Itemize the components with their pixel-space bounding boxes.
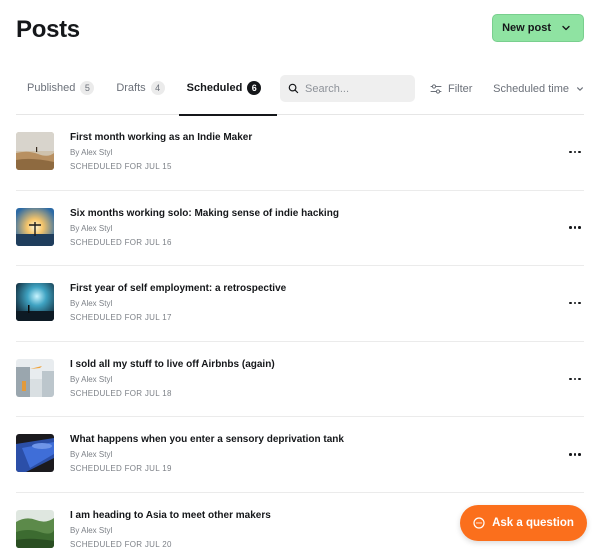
post-row[interactable]: First year of self employment: a retrosp… xyxy=(16,266,584,342)
post-thumbnail xyxy=(16,358,54,397)
post-schedule-status: SCHEDULED FOR JUL 15 xyxy=(70,162,172,171)
post-author: By Alex Styl xyxy=(70,525,113,535)
post-author: By Alex Styl xyxy=(70,299,113,309)
tab-count-badge: 5 xyxy=(80,81,95,95)
sort-dropdown[interactable]: Scheduled time xyxy=(493,75,584,102)
tab-count-badge: 4 xyxy=(150,81,165,95)
new-post-label: New post xyxy=(502,22,551,34)
post-author: By Alex Styl xyxy=(70,223,113,233)
tab-label: Drafts xyxy=(116,82,146,94)
post-thumbnail xyxy=(16,283,54,322)
post-title: First year of self employment: a retrosp… xyxy=(70,283,287,295)
post-thumbnail xyxy=(16,132,54,170)
filter-label: Filter xyxy=(448,82,473,95)
post-title: First month working as an Indie Maker xyxy=(70,132,253,143)
filter-button[interactable]: Filter xyxy=(430,75,472,102)
post-row[interactable]: Six months working solo: Making sense of… xyxy=(16,191,584,267)
ask-question-button[interactable]: Ask a question xyxy=(460,505,587,541)
post-schedule-status: SCHEDULED FOR JUL 17 xyxy=(70,313,172,323)
post-row[interactable]: What happens when you enter a sensory de… xyxy=(16,417,584,493)
more-options-icon[interactable] xyxy=(566,296,584,310)
tab-scheduled[interactable]: Scheduled 6 xyxy=(178,75,277,116)
post-list: First month working as an Indie Maker By… xyxy=(16,115,584,554)
chevron-down-icon xyxy=(577,86,583,91)
tab-count-badge: 6 xyxy=(247,81,262,95)
post-row[interactable]: I sold all my stuff to live off Airbnbs … xyxy=(16,342,584,418)
post-schedule-status: SCHEDULED FOR JUL 19 xyxy=(70,464,172,474)
toolbar: Published 5 Drafts 4 Scheduled 6 Filter … xyxy=(16,75,584,116)
search-box[interactable] xyxy=(280,75,415,102)
tab-label: Published xyxy=(27,82,76,94)
tab-drafts[interactable]: Drafts 4 xyxy=(116,75,165,115)
post-tabs: Published 5 Drafts 4 Scheduled 6 xyxy=(16,75,283,116)
post-schedule-status: SCHEDULED FOR JUL 20 xyxy=(70,539,172,549)
search-icon xyxy=(288,83,299,94)
post-row[interactable]: First month working as an Indie Maker By… xyxy=(16,115,584,191)
post-thumbnail xyxy=(16,207,54,246)
more-options-icon[interactable] xyxy=(566,221,584,235)
post-thumbnail xyxy=(16,509,54,548)
tab-published[interactable]: Published 5 xyxy=(16,75,95,115)
sliders-icon xyxy=(430,83,442,94)
ask-question-label: Ask a question xyxy=(492,517,574,529)
more-options-icon[interactable] xyxy=(566,372,584,386)
chevron-down-icon xyxy=(562,25,570,31)
page-header: Posts New post xyxy=(16,14,584,48)
post-title: I am heading to Asia to meet other maker… xyxy=(70,509,271,521)
post-title: I sold all my stuff to live off Airbnbs … xyxy=(70,358,275,370)
post-schedule-status: SCHEDULED FOR JUL 18 xyxy=(70,388,172,398)
post-title: What happens when you enter a sensory de… xyxy=(70,434,344,446)
more-options-icon[interactable] xyxy=(566,145,584,159)
chat-bubble-icon xyxy=(473,517,485,529)
post-schedule-status: SCHEDULED FOR JUL 16 xyxy=(70,237,172,247)
page-title: Posts xyxy=(16,16,80,43)
post-author: By Alex Styl xyxy=(70,450,113,460)
post-author: By Alex Styl xyxy=(70,148,113,157)
more-options-icon[interactable] xyxy=(566,447,584,461)
search-input[interactable] xyxy=(305,82,405,95)
sort-label: Scheduled time xyxy=(493,82,569,95)
post-author: By Alex Styl xyxy=(70,374,113,384)
new-post-button[interactable]: New post xyxy=(492,14,584,42)
tab-label: Scheduled xyxy=(186,82,243,94)
post-title: Six months working solo: Making sense of… xyxy=(70,207,339,219)
post-thumbnail xyxy=(16,434,54,473)
